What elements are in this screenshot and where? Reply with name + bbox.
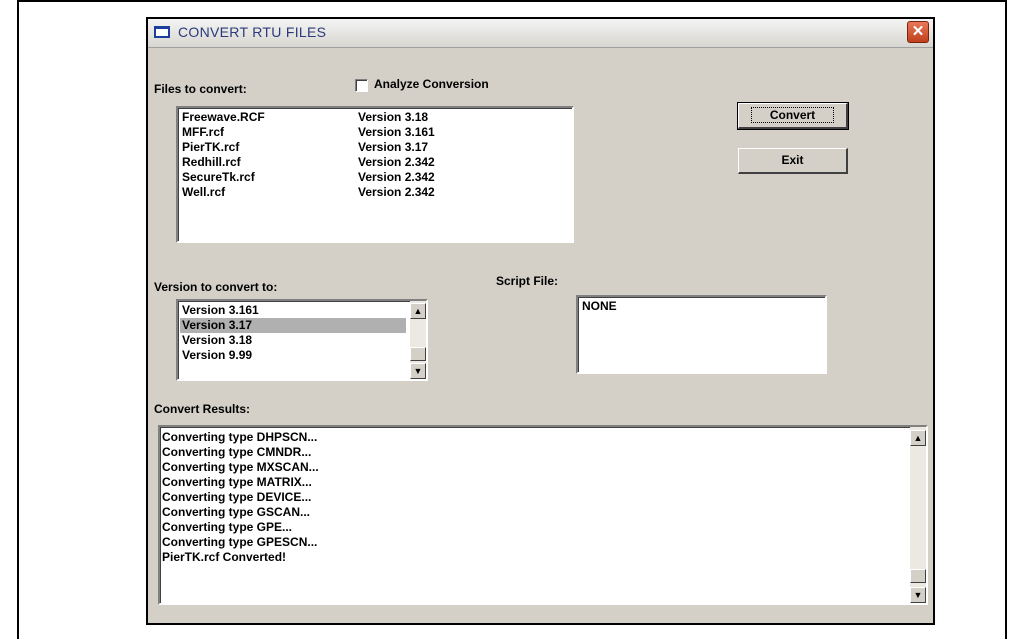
file-version: Version 2.342: [358, 170, 435, 184]
result-line: Converting type CMNDR...: [162, 445, 312, 459]
file-version: Version 3.17: [358, 140, 429, 154]
file-name: MFF.rcf: [182, 125, 224, 139]
result-line: Converting type GPESCN...: [162, 535, 318, 549]
convert-button-label: Convert: [750, 107, 835, 123]
list-item[interactable]: Well.rcf Version 2.342: [182, 185, 572, 200]
exit-button[interactable]: Exit: [738, 148, 848, 174]
file-name: Redhill.rcf: [182, 155, 241, 169]
list-item[interactable]: Version 3.18: [180, 333, 406, 348]
script-file-value: NONE: [582, 299, 617, 313]
result-line: Converting type GSCAN...: [162, 505, 311, 519]
window-icon: [154, 26, 170, 38]
version-scrollbar[interactable]: ▲ ▼: [410, 301, 426, 379]
list-item[interactable]: Freewave.RCF Version 3.18: [182, 110, 572, 125]
file-name: PierTK.rcf: [182, 140, 240, 154]
close-button[interactable]: ✕: [907, 21, 929, 43]
list-item[interactable]: Redhill.rcf Version 2.342: [182, 155, 572, 170]
version-to-label: Version to convert to:: [154, 280, 278, 294]
analyze-checkbox[interactable]: [355, 79, 368, 92]
result-line: Converting type DEVICE...: [162, 490, 312, 504]
file-name: Well.rcf: [182, 185, 226, 199]
file-version: Version 2.342: [358, 155, 435, 169]
scroll-thumb[interactable]: [910, 569, 926, 583]
scroll-up-icon[interactable]: ▲: [910, 430, 926, 446]
version-list[interactable]: Version 3.161 Version 3.17 Version 3.18 …: [176, 299, 428, 381]
list-item[interactable]: Version 9.99: [180, 348, 406, 363]
files-list[interactable]: Freewave.RCF Version 3.18 MFF.rcf Version …: [176, 106, 574, 243]
analyze-label[interactable]: Analyze Conversion: [374, 77, 489, 91]
file-version: Version 2.342: [358, 185, 435, 199]
results-box[interactable]: Converting type DHPSCN... Converting typ…: [158, 425, 928, 605]
window-title: CONVERT RTU FILES: [178, 24, 327, 40]
results-label: Convert Results:: [154, 402, 251, 416]
title-bar: CONVERT RTU FILES ✕: [148, 19, 933, 48]
list-item[interactable]: PierTK.rcf Version 3.17: [182, 140, 572, 155]
file-version: Version 3.18: [358, 110, 429, 124]
result-line: Converting type DHPSCN...: [162, 430, 318, 444]
list-item[interactable]: SecureTk.rcf Version 2.342: [182, 170, 572, 185]
list-item[interactable]: MFF.rcf Version 3.161: [182, 125, 572, 140]
result-line: Converting type MATRIX...: [162, 475, 312, 489]
list-item-selected[interactable]: Version 3.17: [180, 318, 406, 333]
result-line: Converting type GPE...: [162, 520, 293, 534]
scroll-thumb[interactable]: [410, 347, 426, 361]
convert-rtu-dialog: CONVERT RTU FILES ✕ Files to convert: An…: [146, 17, 935, 625]
file-name: SecureTk.rcf: [182, 170, 255, 184]
results-scrollbar[interactable]: ▲ ▼: [910, 427, 926, 603]
result-line: Converting type MXSCAN...: [162, 460, 319, 474]
list-item[interactable]: Version 3.161: [180, 303, 406, 318]
script-file-field[interactable]: NONE: [576, 295, 827, 374]
files-label: Files to convert:: [154, 82, 247, 96]
convert-button[interactable]: Convert: [737, 102, 849, 130]
scroll-up-icon[interactable]: ▲: [410, 303, 426, 319]
script-file-label: Script File:: [496, 274, 559, 288]
file-name: Freewave.RCF: [182, 110, 265, 124]
result-line: PierTK.rcf Converted!: [162, 550, 287, 564]
file-version: Version 3.161: [358, 125, 435, 139]
scroll-down-icon[interactable]: ▼: [410, 363, 426, 379]
scroll-down-icon[interactable]: ▼: [910, 587, 926, 603]
